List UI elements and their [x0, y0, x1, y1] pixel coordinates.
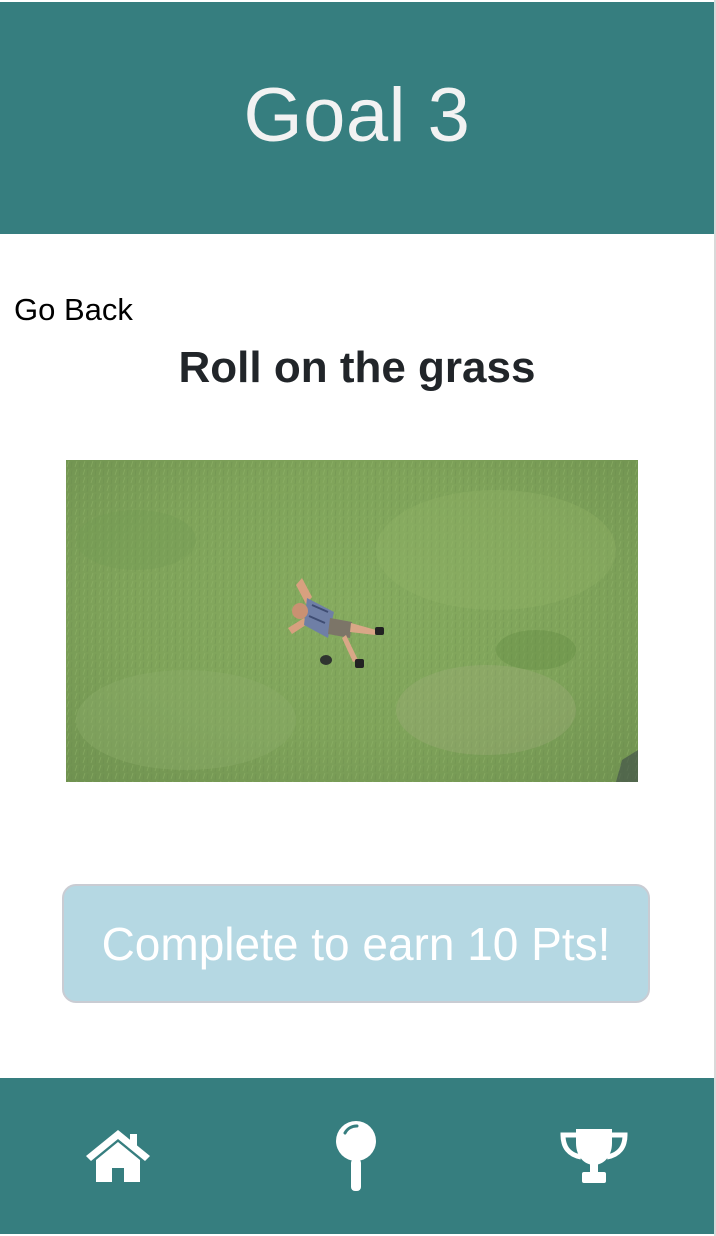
nav-home-button[interactable] [58, 1078, 178, 1234]
app-frame: Goal 3 Go Back Roll on the grass Complet… [0, 0, 716, 1236]
complete-button-label: Complete to earn 10 Pts! [101, 917, 611, 970]
home-icon [86, 1130, 150, 1182]
go-back-link[interactable]: Go Back [14, 292, 133, 328]
trophy-icon [560, 1129, 628, 1183]
magnifier-icon [336, 1121, 376, 1191]
page-title: Goal 3 [243, 72, 471, 158]
nav-search-button[interactable] [296, 1078, 416, 1234]
complete-goal-button[interactable]: Complete to earn 10 Pts! [62, 884, 650, 1003]
goal-title: Roll on the grass [178, 343, 536, 392]
goal-photo [66, 460, 638, 782]
bottom-nav [0, 1078, 714, 1234]
nav-trophy-button[interactable] [534, 1078, 654, 1234]
app-header: Goal 3 [0, 2, 714, 234]
